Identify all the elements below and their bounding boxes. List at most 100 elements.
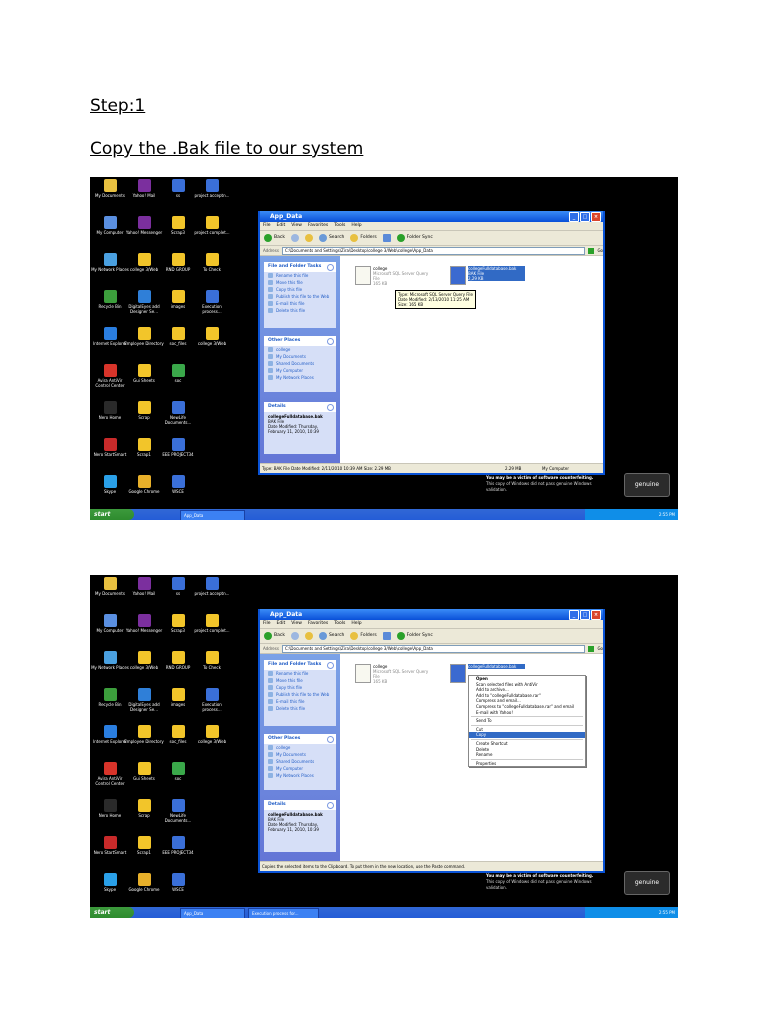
place-college[interactable]: college (264, 346, 336, 353)
email-file-link[interactable]: E-mail this file (264, 698, 336, 705)
copy-file-link[interactable]: Copy this file (264, 286, 336, 293)
folder-sync-button[interactable]: Folder Sync (396, 231, 433, 245)
rename-file-link[interactable]: Rename this file (264, 272, 336, 279)
desktop-icon[interactable]: Execution process... (192, 688, 232, 712)
menu-tools[interactable]: Tools (334, 620, 345, 628)
ctx-rename[interactable]: Rename (469, 752, 585, 758)
menu-view[interactable]: View (291, 222, 302, 230)
taskbar-item-execution[interactable]: Execution process for... (248, 908, 319, 918)
close-button[interactable]: × (591, 212, 601, 222)
place-my-network[interactable]: My Network Places (264, 374, 336, 381)
publish-file-link[interactable]: Publish this file to the Web (264, 293, 336, 300)
minimize-button[interactable]: _ (569, 212, 579, 222)
menu-edit[interactable]: Edit (277, 620, 286, 628)
file-tasks-title[interactable]: File and Folder Tasks (264, 262, 336, 272)
other-places-title[interactable]: Other Places (264, 336, 336, 346)
place-college[interactable]: college (264, 744, 336, 751)
desktop-icon[interactable]: project acceptn... (192, 577, 232, 596)
back-button[interactable]: Back (264, 629, 285, 643)
menu-help[interactable]: Help (351, 620, 361, 628)
menu-tools[interactable]: Tools (334, 222, 345, 230)
file-item-college[interactable]: college Microsoft SQL Server Query File … (355, 266, 435, 286)
taskbar-item-app-data[interactable]: App_Data (180, 510, 245, 520)
forward-arrow-icon[interactable] (290, 234, 299, 242)
other-places-title[interactable]: Other Places (264, 734, 336, 744)
desktop-icon[interactable]: WSCE (158, 475, 198, 494)
ctx-email-yahoo[interactable]: E-mail with Yahoo! (469, 710, 585, 716)
start-button[interactable]: start (90, 509, 134, 520)
desktop-icon[interactable]: EEE PROJECT34 (158, 836, 198, 855)
menu-edit[interactable]: Edit (277, 222, 286, 230)
file-tasks-title[interactable]: File and Folder Tasks (264, 660, 336, 670)
forward-arrow-icon[interactable] (290, 632, 299, 640)
search-button[interactable]: Search (318, 231, 344, 245)
folders-button[interactable]: Folders (350, 629, 377, 643)
close-button[interactable]: × (591, 610, 601, 620)
desktop-icon[interactable]: To Check (192, 253, 232, 272)
desktop-icon[interactable]: NewLife Documents... (158, 401, 198, 425)
place-my-documents[interactable]: My Documents (264, 353, 336, 360)
search-button[interactable]: Search (318, 629, 344, 643)
address-field[interactable]: C:\Documents and Settings\Zira\Desktop\c… (281, 644, 586, 653)
menu-help[interactable]: Help (351, 222, 361, 230)
ctx-properties[interactable]: Properties (469, 761, 585, 767)
menu-favorites[interactable]: Favorites (308, 222, 328, 230)
delete-file-link[interactable]: Delete this file (264, 307, 336, 314)
go-label[interactable]: Go (597, 246, 603, 255)
desktop-icon[interactable]: soc (158, 762, 198, 781)
copy-file-link[interactable]: Copy this file (264, 684, 336, 691)
menu-view[interactable]: View (291, 620, 302, 628)
place-my-computer[interactable]: My Computer (264, 765, 336, 772)
taskbar-item-app-data[interactable]: App_Data (180, 908, 245, 918)
minimize-button[interactable]: _ (569, 610, 579, 620)
views-icon[interactable] (382, 632, 391, 640)
move-file-link[interactable]: Move this file (264, 677, 336, 684)
delete-file-link[interactable]: Delete this file (264, 705, 336, 712)
publish-file-link[interactable]: Publish this file to the Web (264, 691, 336, 698)
views-icon[interactable] (382, 234, 391, 242)
desktop-icon[interactable]: NewLife Documents... (158, 799, 198, 823)
window-titlebar[interactable]: App_Data _ □ × (260, 609, 603, 620)
move-file-link[interactable]: Move this file (264, 279, 336, 286)
folders-button[interactable]: Folders (350, 231, 377, 245)
menu-file[interactable]: File (263, 620, 271, 628)
ctx-send-to[interactable]: Send To (469, 718, 585, 724)
file-item-bak[interactable]: collegeFulldatabase.bak BAK File 2,29 KB (450, 266, 525, 286)
up-folder-icon[interactable] (304, 234, 313, 242)
go-arrow-icon[interactable] (588, 247, 595, 254)
desktop-icon[interactable]: WSCE (158, 873, 198, 892)
ctx-compress-rar-email[interactable]: Compress to "collegeFulldatabase.rar" an… (469, 704, 585, 710)
place-shared-documents[interactable]: Shared Documents (264, 360, 336, 367)
desktop-icon[interactable]: project complet... (192, 216, 232, 235)
place-shared-documents[interactable]: Shared Documents (264, 758, 336, 765)
file-item-college[interactable]: college Microsoft SQL Server Query File … (355, 664, 435, 684)
menu-file[interactable]: File (263, 222, 271, 230)
desktop-icon[interactable]: project complet... (192, 614, 232, 633)
maximize-button[interactable]: □ (580, 212, 590, 222)
desktop-icon[interactable]: project acceptn... (192, 179, 232, 198)
address-field[interactable]: C:\Documents and Settings\Zira\Desktop\c… (281, 246, 586, 255)
details-title[interactable]: Details (264, 402, 336, 412)
go-label[interactable]: Go (597, 644, 603, 653)
place-my-network[interactable]: My Network Places (264, 772, 336, 779)
maximize-button[interactable]: □ (580, 610, 590, 620)
back-button[interactable]: Back (264, 231, 285, 245)
window-titlebar[interactable]: App_Data _ □ × (260, 211, 603, 222)
go-arrow-icon[interactable] (588, 645, 595, 652)
desktop-icon[interactable]: Execution process... (192, 290, 232, 314)
ctx-copy[interactable]: Copy (469, 732, 585, 738)
desktop-icon[interactable]: college 3/Web (192, 725, 232, 744)
up-folder-icon[interactable] (304, 632, 313, 640)
desktop-icon[interactable]: To Check (192, 651, 232, 670)
place-my-documents[interactable]: My Documents (264, 751, 336, 758)
desktop-icon[interactable]: EEE PROJECT34 (158, 438, 198, 457)
email-file-link[interactable]: E-mail this file (264, 300, 336, 307)
desktop-icon[interactable]: soc (158, 364, 198, 383)
details-title[interactable]: Details (264, 800, 336, 810)
rename-file-link[interactable]: Rename this file (264, 670, 336, 677)
desktop-icon[interactable]: college 3/Web (192, 327, 232, 346)
start-button[interactable]: start (90, 907, 134, 918)
menu-favorites[interactable]: Favorites (308, 620, 328, 628)
folder-sync-button[interactable]: Folder Sync (396, 629, 433, 643)
place-my-computer[interactable]: My Computer (264, 367, 336, 374)
